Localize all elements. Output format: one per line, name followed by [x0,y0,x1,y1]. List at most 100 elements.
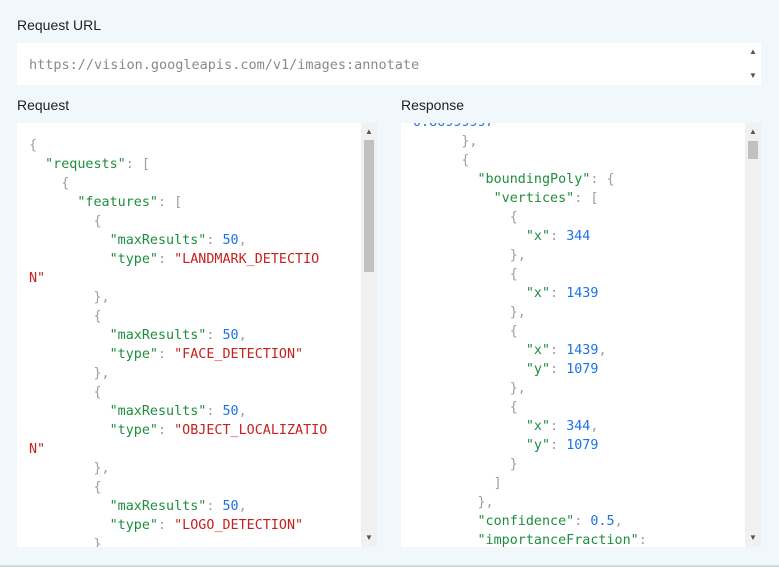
code-line: "type": "FACE_DETECTION" [29,345,304,364]
code-token: { [413,324,518,339]
code-line: "maxResults": 50, [29,402,247,421]
code-token: , [238,499,247,514]
code-token: { [29,214,102,229]
code-token: , [598,343,607,358]
code-line: { [413,265,518,284]
response-label: Response [401,97,465,113]
code-line: { [413,322,518,341]
code-token: "vertices" [493,191,575,206]
code-line: { [29,478,101,497]
code-token: "x" [525,343,551,358]
code-token: , [614,514,623,529]
scroll-down-icon[interactable]: ▼ [745,69,761,83]
code-token: 0.5 [590,514,615,529]
code-token: : [550,438,567,453]
code-token: "importanceFraction" [477,533,639,547]
code-token: "maxResults" [109,233,207,248]
code-token: } [29,537,102,547]
code-token: "maxResults" [109,404,207,419]
code-line: "y": 1079 [413,436,599,455]
code-line: { [29,307,102,326]
code-token: N" [29,271,46,286]
scroll-down-icon[interactable]: ▼ [745,531,761,545]
code-line: }, [413,303,526,322]
code-token: "confidence" [477,514,575,529]
code-line: "x": 1439 [413,284,599,303]
code-line: "confidence": 0.5, [413,512,623,531]
code-line: N" [29,440,45,459]
code-token: "maxResults" [109,499,207,514]
request-code[interactable]: { "requests": [ { "features": [ { "maxRe… [17,123,361,547]
code-token: : [550,229,567,244]
code-token: { [413,400,518,415]
code-token: : [550,362,567,377]
url-scrollbar[interactable]: ▲ ▼ [745,43,761,85]
code-token: { [29,385,102,400]
code-token: : [158,518,175,533]
code-token: : { [590,172,615,187]
code-token: }, [413,248,526,263]
code-line: N" [29,269,45,288]
code-token: { [29,309,102,324]
code-line: "maxResults": 50, [29,497,247,516]
scroll-down-icon[interactable]: ▼ [361,531,377,545]
code-token: { [29,138,38,153]
code-token: }, [29,461,110,476]
code-token: ] [413,476,502,491]
code-token: }, [413,495,494,510]
code-line: { [413,398,518,417]
code-line: "maxResults": 50, [29,231,247,250]
code-token: : [638,533,647,547]
scrollbar-thumb[interactable] [748,141,758,159]
code-token: "x" [525,419,551,434]
code-token: { [29,176,70,191]
code-line: "type": "LOGO_DETECTION" [29,516,304,535]
code-line: { [29,136,37,155]
scroll-up-icon[interactable]: ▲ [745,125,761,139]
code-token: : [206,499,223,514]
code-line: }, [413,379,526,398]
code-line: "type": "OBJECT_LOCALIZATIO [29,421,328,440]
code-token: : [206,233,223,248]
code-token: "x" [525,286,551,301]
scrollbar-thumb[interactable] [364,140,374,272]
request-scrollbar[interactable]: ▲ ▼ [361,123,377,547]
code-line: "x": 344 [413,227,591,246]
code-line: { [29,174,69,193]
code-line: }, [413,493,494,512]
code-line: "importanceFraction": [413,531,647,547]
request-editor[interactable]: { "requests": [ { "features": [ { "maxRe… [17,123,377,547]
code-line: ] [413,474,502,493]
response-viewer[interactable]: 0.86999997 }, { "boundingPoly": { "verti… [401,123,761,547]
code-token: : [ [158,195,183,210]
code-token: : [ [574,191,599,206]
request-url-field[interactable]: https://vision.googleapis.com/v1/images:… [17,43,761,85]
code-line: { [413,151,469,170]
code-token: , [590,419,599,434]
code-line: }, [413,132,477,151]
code-token: }, [413,381,526,396]
request-url-value[interactable]: https://vision.googleapis.com/v1/images:… [29,57,419,73]
request-label: Request [17,97,70,113]
response-scrollbar[interactable]: ▲ ▼ [745,123,761,547]
scroll-up-icon[interactable]: ▲ [361,125,377,139]
code-token: : [550,419,567,434]
scroll-up-icon[interactable]: ▲ [745,45,761,59]
code-token: "type" [109,347,158,362]
response-code[interactable]: 0.86999997 }, { "boundingPoly": { "verti… [401,123,745,547]
code-token: , [238,233,247,248]
code-token: : [206,404,223,419]
